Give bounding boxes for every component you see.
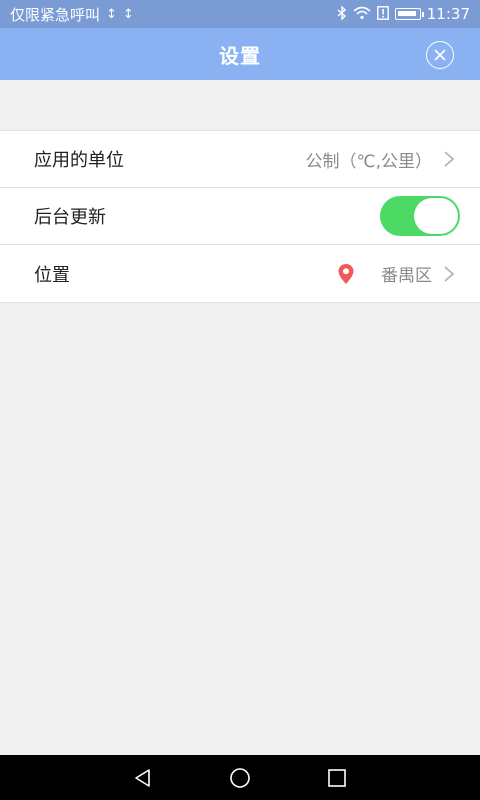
- alert-icon: [376, 5, 389, 23]
- background-update-toggle[interactable]: [380, 196, 460, 236]
- page-title: 设置: [219, 43, 261, 68]
- setting-row-location[interactable]: 位置 番禺区: [0, 245, 480, 302]
- settings-list: 应用的单位 公制（℃,公里） 后台更新 位置 番禺区: [0, 130, 480, 303]
- background-update-label: 后台更新: [34, 207, 106, 228]
- usb-icon: ↕: [106, 6, 117, 22]
- units-label: 应用的单位: [34, 150, 124, 171]
- setting-row-units[interactable]: 应用的单位 公制（℃,公里）: [0, 131, 480, 188]
- toggle-knob: [414, 198, 458, 234]
- location-pin-icon: [338, 263, 354, 284]
- location-right: 番禺区: [337, 261, 456, 286]
- home-button[interactable]: [225, 763, 255, 793]
- battery-icon: [394, 8, 424, 20]
- status-bar: 仅限紧急呼叫 ↕ ↕ 11:37: [0, 0, 480, 28]
- usb-icon: ↕: [122, 6, 134, 22]
- location-label: 位置: [34, 264, 70, 286]
- chevron-right-icon: [444, 151, 455, 167]
- recents-button[interactable]: [322, 763, 352, 793]
- status-time: 11:37: [426, 5, 470, 23]
- status-right: 11:37: [337, 4, 470, 23]
- status-left: 仅限紧急呼叫 ↕ ↕: [10, 4, 134, 25]
- chevron-right-icon: [444, 265, 455, 282]
- home-icon: [230, 767, 250, 788]
- location-value: 番禺区: [381, 266, 432, 286]
- app-header: 设置: [0, 28, 480, 80]
- back-icon: [135, 768, 151, 787]
- back-button[interactable]: [128, 763, 158, 793]
- close-icon: [434, 49, 446, 61]
- units-value: 公制（℃,公里）: [305, 151, 433, 172]
- bluetooth-icon: [337, 4, 347, 23]
- units-right: 公制（℃,公里）: [306, 147, 457, 172]
- close-button[interactable]: [426, 41, 454, 69]
- recents-icon: [327, 768, 346, 787]
- setting-row-background-update: 后台更新: [0, 188, 480, 245]
- wifi-icon: [353, 6, 371, 23]
- system-nav-bar: [0, 755, 480, 800]
- carrier-text: 仅限紧急呼叫: [10, 5, 101, 24]
